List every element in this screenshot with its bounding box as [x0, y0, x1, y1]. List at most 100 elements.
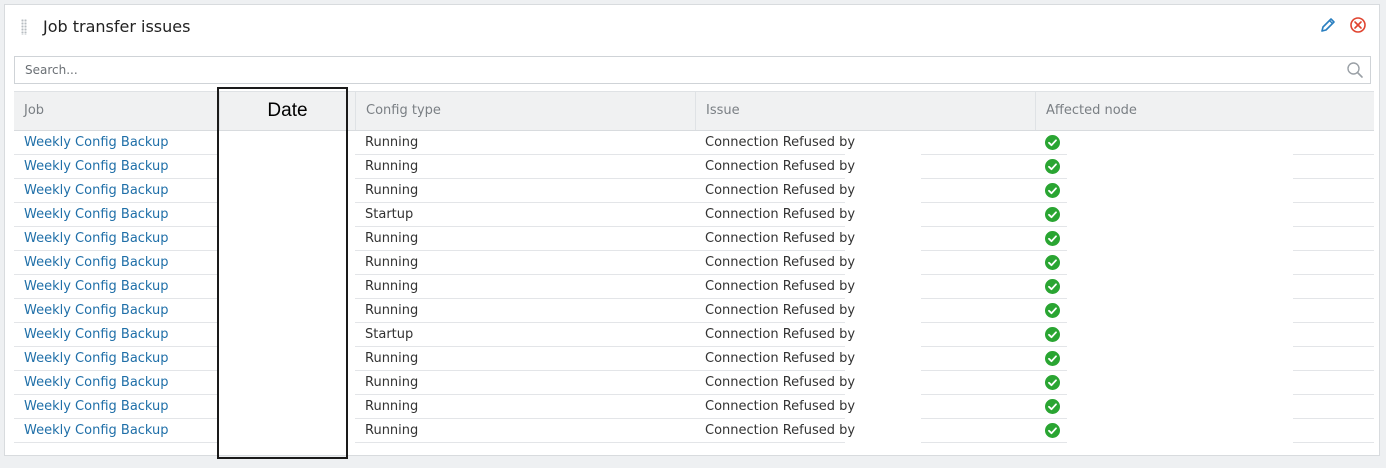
date-cell: [219, 419, 349, 443]
job-cell: Weekly Config Backup: [14, 395, 169, 419]
check-circle-icon: [1045, 399, 1060, 414]
check-circle-icon: [1045, 207, 1060, 222]
affected-node-cell: [1035, 299, 1060, 323]
affected-node-cell: [1035, 275, 1060, 299]
table-row[interactable]: Weekly Config Backup Running Connection …: [14, 419, 1374, 443]
job-link[interactable]: Weekly Config Backup: [24, 399, 169, 414]
table-row[interactable]: Weekly Config Backup Running Connection …: [14, 395, 1374, 419]
issues-table: Job Date Config type Issue Affected node…: [14, 91, 1374, 443]
table-row[interactable]: Weekly Config Backup Running Connection …: [14, 371, 1374, 395]
job-cell: Weekly Config Backup: [14, 155, 169, 179]
row-divider: [921, 442, 1067, 443]
check-circle-icon: [1045, 279, 1060, 294]
date-cell: [219, 347, 349, 371]
config-type-cell: Running: [365, 255, 419, 270]
check-circle-icon: [1045, 231, 1060, 246]
job-link[interactable]: Weekly Config Backup: [24, 135, 169, 150]
issue-cell: Connection Refused by: [705, 375, 856, 390]
widget-title: Job transfer issues: [43, 17, 191, 36]
table-row[interactable]: Weekly Config Backup Running Connection …: [14, 131, 1374, 155]
job-link[interactable]: Weekly Config Backup: [24, 255, 169, 270]
job-cell: Weekly Config Backup: [14, 299, 169, 323]
search-input[interactable]: [15, 57, 1335, 83]
affected-node-cell: [1035, 371, 1060, 395]
config-type-cell: Running: [365, 135, 419, 150]
config-type-cell: Running: [365, 303, 419, 318]
job-cell: Weekly Config Backup: [14, 419, 169, 443]
affected-node-cell: [1035, 227, 1060, 251]
job-link[interactable]: Weekly Config Backup: [24, 423, 169, 438]
job-link[interactable]: Weekly Config Backup: [24, 231, 169, 246]
row-divider: [355, 442, 845, 443]
job-link[interactable]: Weekly Config Backup: [24, 207, 169, 222]
table-row[interactable]: Weekly Config Backup Running Connection …: [14, 155, 1374, 179]
affected-node-cell: [1035, 179, 1060, 203]
date-cell: [219, 179, 349, 203]
date-cell: [219, 203, 349, 227]
row-divider: [1293, 442, 1374, 443]
search-icon[interactable]: [1346, 61, 1364, 79]
job-link[interactable]: Weekly Config Backup: [24, 303, 169, 318]
table-row[interactable]: Weekly Config Backup Running Connection …: [14, 179, 1374, 203]
column-header-date[interactable]: Date: [219, 92, 355, 130]
job-cell: Weekly Config Backup: [14, 179, 169, 203]
table-row[interactable]: Weekly Config Backup Running Connection …: [14, 251, 1374, 275]
config-type-cell: Running: [365, 183, 419, 198]
job-cell: Weekly Config Backup: [14, 251, 169, 275]
job-link[interactable]: Weekly Config Backup: [24, 375, 169, 390]
search-box: [14, 56, 1371, 84]
config-type-cell: Running: [365, 351, 419, 366]
job-link[interactable]: Weekly Config Backup: [24, 327, 169, 342]
date-cell: [219, 395, 349, 419]
job-link[interactable]: Weekly Config Backup: [24, 351, 169, 366]
issue-cell: Connection Refused by: [705, 159, 856, 174]
column-header-config-type[interactable]: Config type: [355, 92, 695, 130]
drag-handle-icon[interactable]: [21, 19, 27, 35]
config-type-cell: Running: [365, 159, 419, 174]
table-row[interactable]: Weekly Config Backup Running Connection …: [14, 347, 1374, 371]
affected-node-cell: [1035, 131, 1060, 155]
row-divider: [14, 442, 219, 443]
issue-cell: Connection Refused by: [705, 231, 856, 246]
issue-cell: Connection Refused by: [705, 327, 856, 342]
check-circle-icon: [1045, 303, 1060, 318]
job-link[interactable]: Weekly Config Backup: [24, 159, 169, 174]
config-type-cell: Startup: [365, 207, 414, 222]
job-cell: Weekly Config Backup: [14, 323, 169, 347]
config-type-cell: Startup: [365, 327, 414, 342]
job-link[interactable]: Weekly Config Backup: [24, 279, 169, 294]
table-row[interactable]: Weekly Config Backup Startup Connection …: [14, 323, 1374, 347]
affected-node-cell: [1035, 395, 1060, 419]
affected-node-cell: [1035, 323, 1060, 347]
check-circle-icon: [1045, 255, 1060, 270]
date-cell: [219, 299, 349, 323]
table-row[interactable]: Weekly Config Backup Running Connection …: [14, 227, 1374, 251]
pencil-icon[interactable]: [1319, 16, 1337, 34]
affected-node-cell: [1035, 347, 1060, 371]
check-circle-icon: [1045, 183, 1060, 198]
issue-cell: Connection Refused by: [705, 183, 856, 198]
check-circle-icon: [1045, 159, 1060, 174]
check-circle-icon: [1045, 351, 1060, 366]
column-header-issue[interactable]: Issue: [695, 92, 1035, 130]
table-row[interactable]: Weekly Config Backup Startup Connection …: [14, 203, 1374, 227]
issue-cell: Connection Refused by: [705, 351, 856, 366]
job-cell: Weekly Config Backup: [14, 347, 169, 371]
check-circle-icon: [1045, 423, 1060, 438]
job-cell: Weekly Config Backup: [14, 131, 169, 155]
affected-node-cell: [1035, 251, 1060, 275]
job-link[interactable]: Weekly Config Backup: [24, 183, 169, 198]
table-body: Weekly Config Backup Running Connection …: [14, 131, 1374, 443]
issue-cell: Connection Refused by: [705, 279, 856, 294]
table-row[interactable]: Weekly Config Backup Running Connection …: [14, 299, 1374, 323]
column-header-affected-node[interactable]: Affected node: [1035, 92, 1374, 130]
issue-cell: Connection Refused by: [705, 423, 856, 438]
column-header-job[interactable]: Job: [14, 92, 219, 130]
config-type-cell: Running: [365, 423, 419, 438]
close-circle-icon[interactable]: [1349, 16, 1367, 34]
job-transfer-issues-widget: Job transfer issues Job Date Config type…: [4, 4, 1380, 456]
affected-node-cell: [1035, 419, 1060, 443]
table-row[interactable]: Weekly Config Backup Running Connection …: [14, 275, 1374, 299]
job-cell: Weekly Config Backup: [14, 371, 169, 395]
job-cell: Weekly Config Backup: [14, 275, 169, 299]
